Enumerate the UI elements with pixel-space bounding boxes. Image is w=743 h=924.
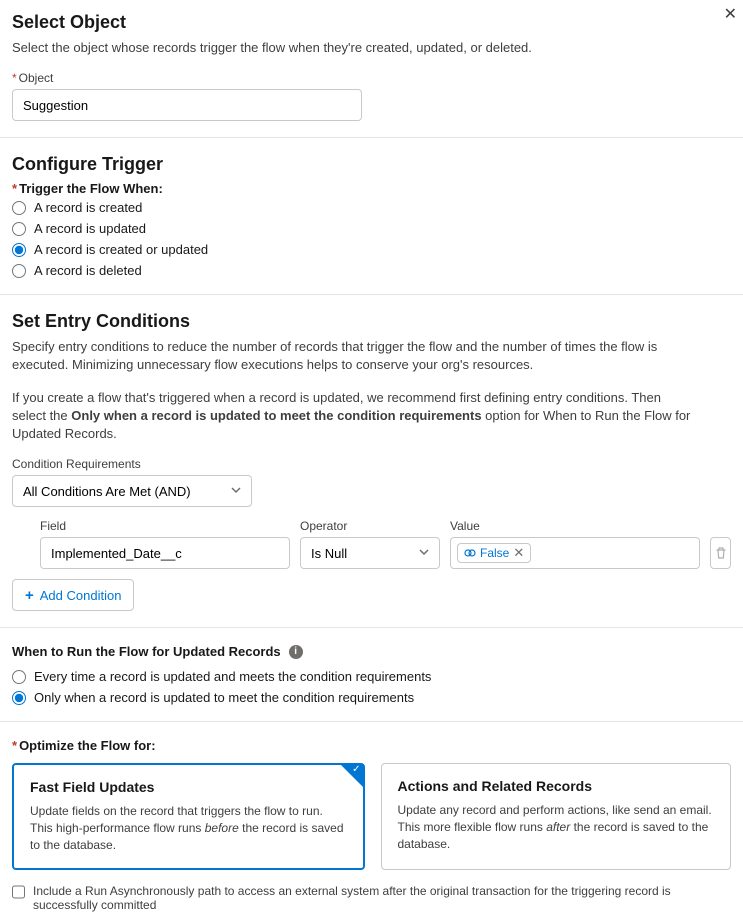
optimize-label: Optimize the Flow for: — [12, 738, 731, 753]
plus-icon: + — [25, 587, 34, 604]
async-label: Include a Run Asynchronously path to acc… — [33, 884, 731, 912]
condition-operator-select[interactable]: Is Null — [300, 537, 440, 569]
card-desc: Update fields on the record that trigger… — [30, 803, 347, 853]
trigger-radio-label: A record is updated — [34, 221, 146, 236]
card-title: Actions and Related Records — [398, 778, 715, 794]
whenrun-radio-1[interactable] — [12, 691, 26, 705]
trigger-radio-updated[interactable] — [12, 222, 26, 236]
async-checkbox-row[interactable]: Include a Run Asynchronously path to acc… — [12, 884, 731, 912]
divider — [0, 294, 743, 295]
condition-value-input[interactable]: False ✕ — [450, 537, 700, 569]
trash-icon — [714, 546, 728, 560]
trigger-option-updated[interactable]: A record is updated — [12, 221, 731, 236]
whenrun-option-1[interactable]: Only when a record is updated to meet th… — [12, 690, 731, 705]
value-pill[interactable]: False ✕ — [457, 543, 531, 563]
trigger-radio-created[interactable] — [12, 201, 26, 215]
trigger-option-deleted[interactable]: A record is deleted — [12, 263, 731, 278]
condition-requirements-label: Condition Requirements — [12, 457, 731, 471]
trigger-radio-created_or_updated[interactable] — [12, 243, 26, 257]
entry-conditions-title: Set Entry Conditions — [12, 311, 731, 332]
divider — [0, 627, 743, 628]
when-to-run-header: When to Run the Flow for Updated Records… — [12, 644, 731, 659]
select-object-desc: Select the object whose records trigger … — [12, 39, 552, 57]
condition-row: Field Operator Is Null Value False ✕ — [40, 519, 731, 569]
value-label: Value — [450, 519, 700, 533]
trigger-radio-label: A record is created or updated — [34, 242, 208, 257]
trigger-option-created_or_updated[interactable]: A record is created or updated — [12, 242, 731, 257]
divider — [0, 137, 743, 138]
condition-field-input[interactable] — [40, 537, 290, 569]
condition-operator-value[interactable]: Is Null — [300, 537, 440, 569]
trigger-radio-deleted[interactable] — [12, 264, 26, 278]
field-label: Field — [40, 519, 290, 533]
trigger-radio-group: A record is created A record is updated A … — [12, 200, 731, 278]
when-run-radio-group: Every time a record is updated and meets… — [12, 669, 731, 705]
entry-conditions-desc1: Specify entry conditions to reduce the n… — [12, 338, 692, 374]
remove-pill-icon[interactable]: ✕ — [513, 545, 524, 561]
whenrun-radio-0[interactable] — [12, 670, 26, 684]
close-icon[interactable]: ✕ — [724, 4, 737, 24]
operator-label: Operator — [300, 519, 440, 533]
whenrun-radio-label: Every time a record is updated and meets… — [34, 669, 431, 684]
configure-trigger-title: Configure Trigger — [12, 154, 731, 175]
delete-condition-button[interactable] — [710, 537, 731, 569]
whenrun-radio-label: Only when a record is updated to meet th… — [34, 690, 414, 705]
async-checkbox[interactable] — [12, 885, 25, 899]
divider — [0, 721, 743, 722]
optimize-card-1[interactable]: Actions and Related Records Update any re… — [381, 763, 732, 869]
trigger-radio-label: A record is deleted — [34, 263, 142, 278]
globaldot-icon — [464, 547, 476, 559]
card-desc: Update any record and perform actions, l… — [398, 802, 715, 852]
whenrun-option-0[interactable]: Every time a record is updated and meets… — [12, 669, 731, 684]
add-condition-button[interactable]: + Add Condition — [12, 579, 134, 611]
card-title: Fast Field Updates — [30, 779, 347, 795]
condition-requirements-value[interactable]: All Conditions Are Met (AND) — [12, 475, 252, 507]
object-label: Object — [12, 71, 731, 85]
select-object-title: Select Object — [12, 12, 731, 33]
object-input[interactable] — [12, 89, 362, 121]
condition-requirements-select[interactable]: All Conditions Are Met (AND) — [12, 475, 252, 507]
info-icon[interactable]: i — [289, 645, 303, 659]
optimize-card-0[interactable]: Fast Field Updates Update fields on the r… — [12, 763, 365, 869]
trigger-option-created[interactable]: A record is created — [12, 200, 731, 215]
optimize-cards: Fast Field Updates Update fields on the r… — [12, 763, 731, 869]
trigger-radio-label: A record is created — [34, 200, 142, 215]
trigger-when-label: Trigger the Flow When: — [12, 181, 731, 196]
entry-conditions-desc2: If you create a flow that's triggered wh… — [12, 389, 692, 444]
